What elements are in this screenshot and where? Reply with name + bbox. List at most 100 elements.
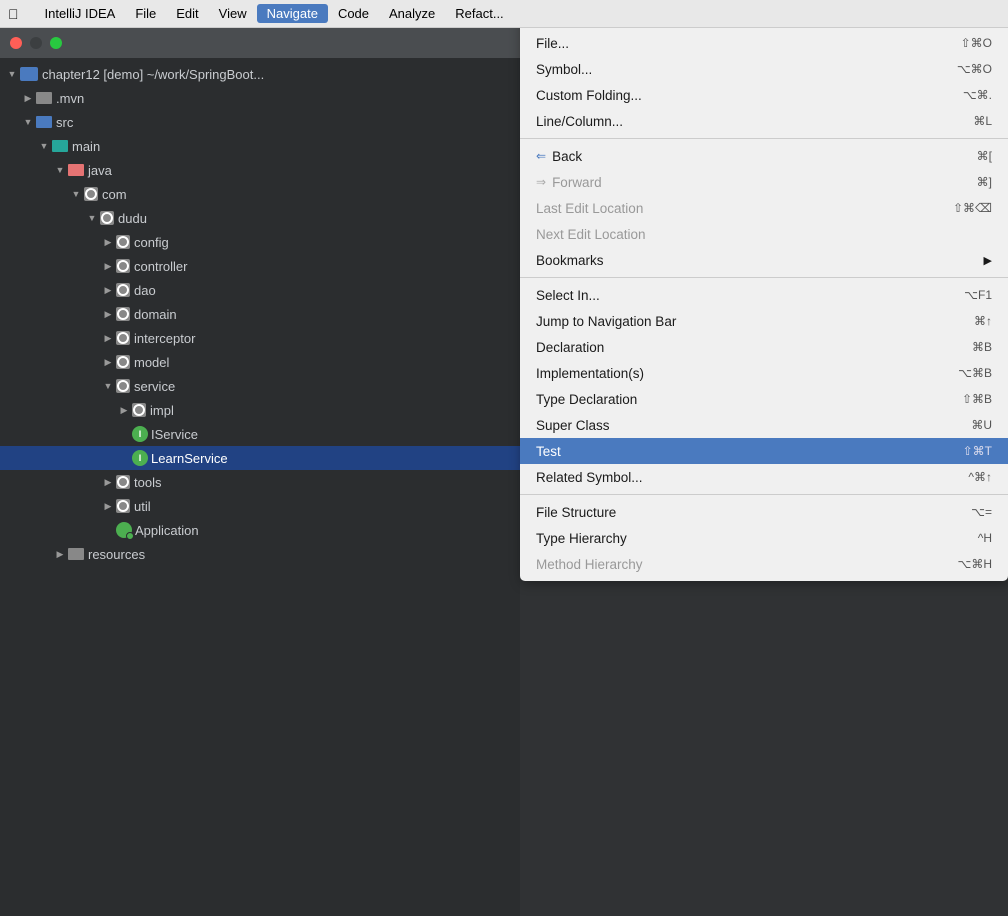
menu-item-shortcut: ⌘] (977, 175, 992, 189)
menu-item-type-hierarchy[interactable]: Type Hierarchy ^H (520, 525, 1008, 551)
forward-arrow-icon: ⇒ (536, 175, 546, 189)
tree-item-label: Application (135, 523, 199, 538)
menu-refactor[interactable]: Refact... (445, 4, 513, 23)
menu-file[interactable]: File (125, 4, 166, 23)
menu-overlay: Class... ⌘O File... ⇧⌘O Symbol... ⌥⌘O Cu… (520, 0, 1008, 916)
arrow-icon: ▼ (100, 381, 116, 391)
tree-item-dudu[interactable]: ▼ dudu (0, 206, 520, 230)
menu-item-shortcut: ⌥= (971, 505, 992, 519)
arrow-icon: ▶ (100, 357, 116, 368)
menu-item-shortcut: ⌘B (972, 340, 992, 354)
tree-item-label: domain (134, 307, 177, 322)
tree-item-label: LearnService (151, 451, 228, 466)
menu-item-bookmarks[interactable]: Bookmarks ▶ (520, 247, 1008, 273)
tree-item-label: main (72, 139, 100, 154)
menu-item-shortcut: ⌥⌘H (958, 557, 993, 571)
tree-item-impl[interactable]: ▶ impl (0, 398, 520, 422)
maximize-button[interactable] (50, 37, 62, 49)
menu-item-label: Next Edit Location (536, 227, 646, 242)
tree-item-label: chapter12 [demo] ~/work/SpringBoot... (42, 67, 264, 82)
folder-main-icon (52, 140, 68, 152)
menu-item-shortcut: ⌘L (973, 114, 992, 128)
close-button[interactable] (10, 37, 22, 49)
folder-pkg-icon (116, 283, 130, 297)
arrow-icon: ▶ (116, 405, 132, 416)
divider (520, 494, 1008, 495)
tree-item-chapter12[interactable]: ▼ chapter12 [demo] ~/work/SpringBoot... (0, 62, 520, 86)
tree-item-tools[interactable]: ▶ tools (0, 470, 520, 494)
arrow-icon: ▶ (52, 549, 68, 560)
arrow-icon: ▼ (20, 117, 36, 127)
arrow-icon: ▼ (68, 189, 84, 199)
menu-item-label: Super Class (536, 418, 610, 433)
tree-item-label: java (88, 163, 112, 178)
tree-item-domain[interactable]: ▶ domain (0, 302, 520, 326)
tree-item-java[interactable]: ▼ java (0, 158, 520, 182)
folder-pkg-icon (132, 403, 146, 417)
menu-bar:  IntelliJ IDEA File Edit View Navigate … (0, 0, 1008, 28)
menu-edit[interactable]: Edit (166, 4, 208, 23)
menu-item-label: Implementation(s) (536, 366, 644, 381)
menu-code[interactable]: Code (328, 4, 379, 23)
menu-item-declaration[interactable]: Declaration ⌘B (520, 334, 1008, 360)
menu-item-test[interactable]: Test ⇧⌘T (520, 438, 1008, 464)
menu-item-back[interactable]: ⇐ Back ⌘[ (520, 143, 1008, 169)
menu-item-label: Test (536, 444, 561, 459)
menu-item-shortcut: ⌥⌘O (957, 62, 992, 76)
menu-item-select-in[interactable]: Select In... ⌥F1 (520, 282, 1008, 308)
tree-item-controller[interactable]: ▶ controller (0, 254, 520, 278)
menu-navigate[interactable]: Navigate (257, 4, 328, 23)
arrow-icon: ▼ (52, 165, 68, 175)
menu-item-related-symbol[interactable]: Related Symbol... ^⌘↑ (520, 464, 1008, 490)
tree-item-label: controller (134, 259, 187, 274)
menu-item-jump-nav[interactable]: Jump to Navigation Bar ⌘↑ (520, 308, 1008, 334)
arrow-icon: ▶ (100, 333, 116, 344)
tree-item-service[interactable]: ▼ service (0, 374, 520, 398)
menu-analyze[interactable]: Analyze (379, 4, 445, 23)
tree-item-dao[interactable]: ▶ dao (0, 278, 520, 302)
divider (520, 138, 1008, 139)
menu-item-last-edit: Last Edit Location ⇧⌘⌫ (520, 195, 1008, 221)
arrow-icon: ▼ (84, 213, 100, 223)
menu-item-custom-folding[interactable]: Custom Folding... ⌥⌘. (520, 82, 1008, 108)
menu-view[interactable]: View (209, 4, 257, 23)
submenu-arrow-icon: ▶ (984, 254, 992, 267)
module-icon (20, 67, 38, 81)
tree-item-src[interactable]: ▼ src (0, 110, 520, 134)
tree-item-config[interactable]: ▶ config (0, 230, 520, 254)
tree-item-mvn[interactable]: ▶ .mvn (0, 86, 520, 110)
menu-item-forward: ⇒ Forward ⌘] (520, 169, 1008, 195)
tree-item-main[interactable]: ▼ main (0, 134, 520, 158)
folder-pkg-icon (116, 499, 130, 513)
menu-intellij[interactable]: IntelliJ IDEA (35, 4, 126, 23)
arrow-icon: ▶ (100, 477, 116, 488)
menu-item-implementations[interactable]: Implementation(s) ⌥⌘B (520, 360, 1008, 386)
menu-item-symbol[interactable]: Symbol... ⌥⌘O (520, 56, 1008, 82)
tree-item-interceptor[interactable]: ▶ interceptor (0, 326, 520, 350)
tree-item-learnservice[interactable]: ▶ I LearnService (0, 446, 520, 470)
folder-pkg-icon (116, 475, 130, 489)
menu-item-super-class[interactable]: Super Class ⌘U (520, 412, 1008, 438)
arrow-icon: ▶ (100, 285, 116, 296)
menu-item-type-declaration[interactable]: Type Declaration ⇧⌘B (520, 386, 1008, 412)
tree-item-iservice[interactable]: ▶ I IService (0, 422, 520, 446)
tree-item-application[interactable]: ▶ Application (0, 518, 520, 542)
tree-item-util[interactable]: ▶ util (0, 494, 520, 518)
tree-item-resources[interactable]: ▶ resources (0, 542, 520, 566)
tree-item-com[interactable]: ▼ com (0, 182, 520, 206)
menu-item-shortcut: ⇧⌘O (961, 36, 992, 50)
folder-icon (36, 92, 52, 104)
menu-item-file[interactable]: File... ⇧⌘O (520, 30, 1008, 56)
menu-item-next-edit: Next Edit Location (520, 221, 1008, 247)
menu-item-file-structure[interactable]: File Structure ⌥= (520, 499, 1008, 525)
arrow-icon: ▶ (20, 93, 36, 104)
menu-item-label: File... (536, 36, 569, 51)
folder-pkg-icon (116, 307, 130, 321)
arrow-icon: ▶ (100, 309, 116, 320)
minimize-button[interactable] (30, 37, 42, 49)
tree-item-model[interactable]: ▶ model (0, 350, 520, 374)
menu-item-line-column[interactable]: Line/Column... ⌘L (520, 108, 1008, 134)
folder-pkg-icon (116, 235, 130, 249)
arrow-icon: ▶ (100, 501, 116, 512)
menu-item-label: ⇐ Back (536, 149, 582, 164)
